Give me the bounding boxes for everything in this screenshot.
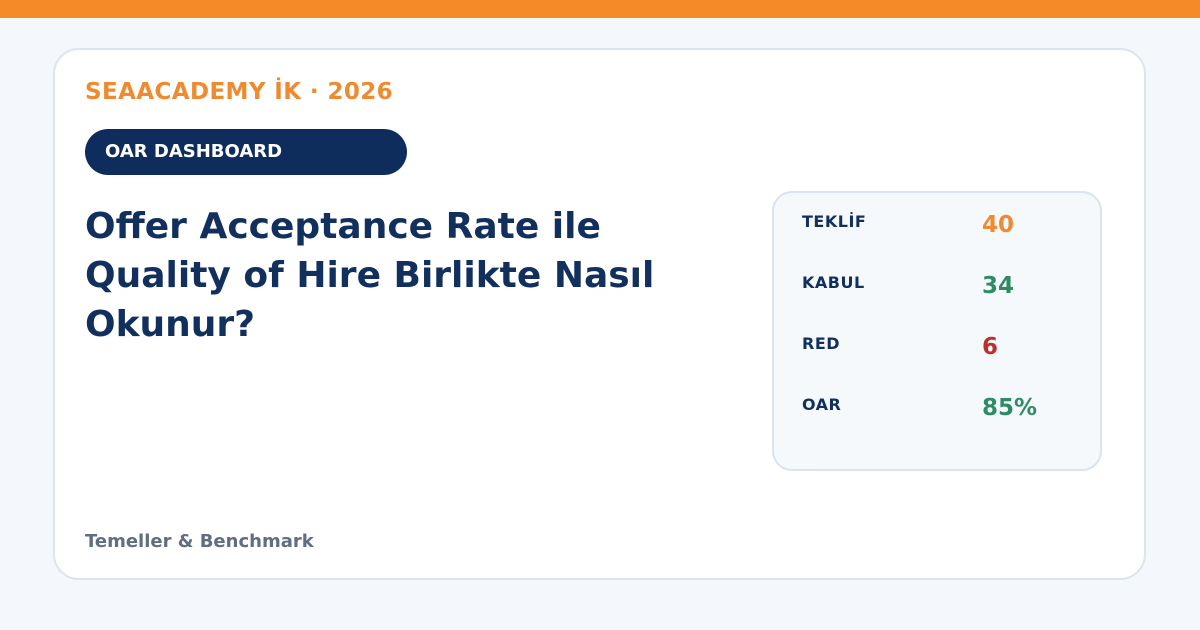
- stat-value: 85%: [982, 395, 1038, 421]
- top-accent-bar: [0, 0, 1200, 18]
- stat-value: 34: [982, 273, 1015, 299]
- stat-value: 40: [982, 212, 1015, 238]
- stat-row-oar: OAR 85%: [774, 395, 1100, 435]
- stat-label: OAR: [802, 395, 842, 414]
- stat-row-accept: KABUL 34: [774, 273, 1100, 313]
- main-card: SEAACADEMY İK · 2026 OAR DASHBOARD Offer…: [53, 48, 1146, 580]
- stat-label: KABUL: [802, 273, 865, 292]
- stat-value: 6: [982, 334, 999, 360]
- page-title: Offer Acceptance Rate ile Quality of Hir…: [85, 206, 655, 345]
- stat-row-offer: TEKLİF 40: [774, 212, 1100, 252]
- stat-row-reject: RED 6: [774, 334, 1100, 374]
- dashboard-badge: OAR DASHBOARD: [85, 129, 407, 175]
- stat-label: RED: [802, 334, 841, 353]
- stat-label: TEKLİF: [802, 212, 867, 231]
- stats-panel: TEKLİF 40 KABUL 34 RED 6 OAR 85%: [772, 191, 1102, 471]
- brand-eyebrow: SEAACADEMY İK · 2026: [85, 79, 394, 105]
- footer-caption: Temeller & Benchmark: [85, 531, 314, 552]
